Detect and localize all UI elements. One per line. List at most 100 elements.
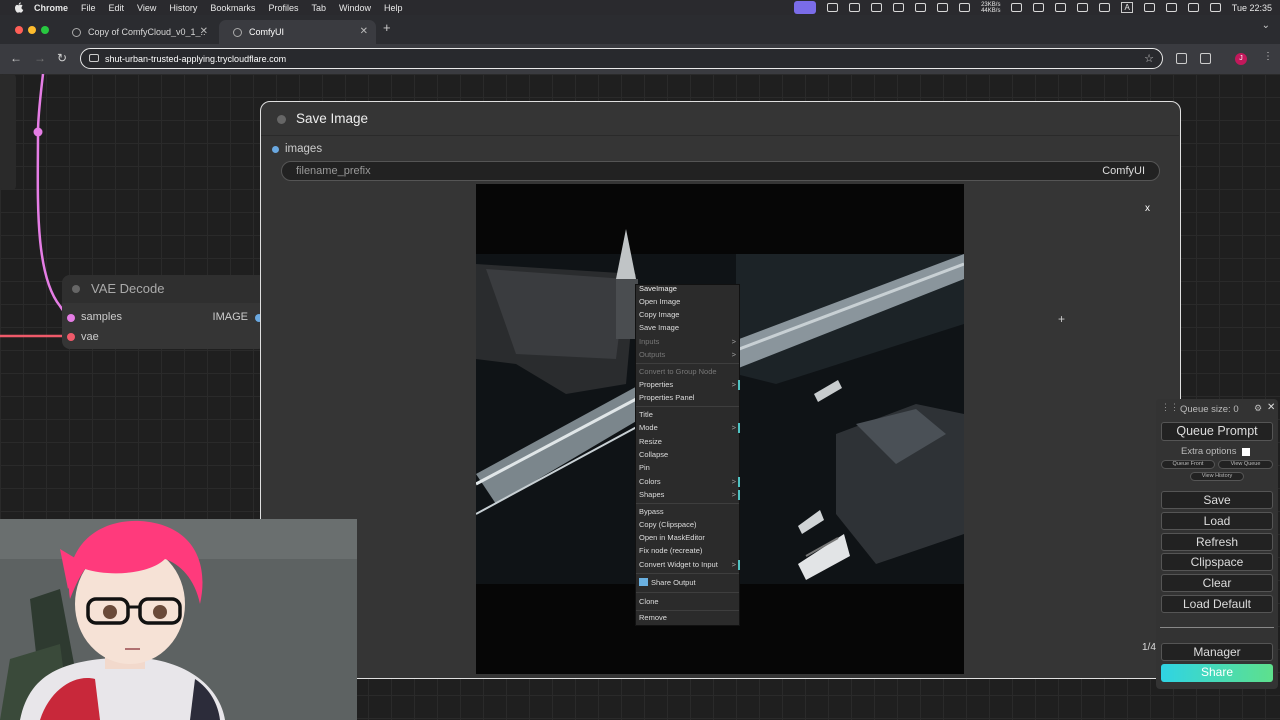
menu-edit[interactable]: Edit [109,3,125,13]
menu-item-share-output[interactable]: Share Output [639,577,738,590]
bluetooth-icon[interactable] [1143,3,1155,12]
load-workflow-button[interactable]: Load [1161,512,1273,530]
display-icon[interactable] [1011,3,1023,12]
tray-app-icon[interactable] [915,3,927,12]
tray-app-icon[interactable] [1033,3,1045,12]
extension-icon[interactable] [1176,53,1187,64]
menu-item-convert-to-group-node[interactable]: Convert to Group Node [639,366,738,379]
vae-input-slot[interactable] [67,333,75,341]
headphones-icon[interactable] [1099,3,1111,12]
menu-tab[interactable]: Tab [311,3,326,13]
menu-item-remove[interactable]: Remove [639,612,738,625]
drag-handle-icon[interactable]: ⋮⋮ [1161,402,1179,413]
extensions-puzzle-icon[interactable] [1200,53,1211,64]
vae-decode-node[interactable]: VAE Decode samples vae IMAGE [62,275,266,349]
menu-bookmarks[interactable]: Bookmarks [210,3,255,13]
menu-profiles[interactable]: Profiles [268,3,298,13]
queue-prompt-button[interactable]: Queue Prompt [1161,422,1273,441]
menu-item-properties-panel[interactable]: Properties Panel [639,392,738,405]
menu-help[interactable]: Help [384,3,403,13]
clear-button[interactable]: Clear [1161,574,1273,592]
tab-search-chevron-icon[interactable]: ⌄ [1262,20,1270,31]
menu-item-bypass[interactable]: Bypass [639,506,738,519]
menu-item-convert-widget-to-input[interactable]: Convert Widget to Input > [639,559,740,572]
refresh-button[interactable]: Refresh [1161,533,1273,551]
bookmark-star-icon[interactable]: ☆ [1144,52,1154,65]
tray-app-icon[interactable] [1055,3,1067,12]
tab-comfyui[interactable]: ComfyUI ✕ [219,20,376,44]
menu-item-fix-node[interactable]: Fix node (recreate) [639,545,738,558]
menu-view[interactable]: View [137,3,156,13]
cloud-icon[interactable] [893,3,905,12]
close-tab-icon[interactable]: ✕ [200,26,208,37]
node-collapse-dot[interactable] [72,285,80,293]
node-header[interactable]: Save Image [261,102,1179,136]
close-window-button[interactable] [15,26,23,34]
menu-item-open-in-maskeditor[interactable]: Open in MaskEditor [639,532,738,545]
keyboard-input-source[interactable]: A [1121,2,1133,13]
menu-file[interactable]: File [81,3,96,13]
menu-item-clone[interactable]: Clone [639,596,738,609]
menu-item-outputs[interactable]: Outputs > [639,349,738,362]
menu-item-copy-image[interactable]: Copy Image [639,309,738,322]
forward-arrow-icon[interactable]: → [34,51,46,65]
menu-item-title[interactable]: Title [639,409,738,422]
close-panel-icon[interactable]: ✕ [1267,402,1275,413]
zoom-window-button[interactable] [41,26,49,34]
menu-window[interactable]: Window [339,3,371,13]
settings-gear-icon[interactable]: ⚙ [1254,403,1262,414]
tab-copy-of-comfycloud[interactable]: Copy of ComfyCloud_v0_1_... ✕ [58,20,216,44]
view-history-button[interactable]: View History [1190,472,1244,481]
address-bar[interactable]: shut-urban-trusted-applying.trycloudflar… [80,48,1163,69]
images-input-slot[interactable] [272,146,279,153]
samples-input-slot[interactable] [67,314,75,322]
tray-app-icon[interactable] [827,3,839,12]
menu-item-open-image[interactable]: Open Image [639,296,738,309]
tray-app-icon[interactable] [849,3,861,12]
wifi-icon[interactable] [1165,3,1177,12]
save-workflow-button[interactable]: Save [1161,491,1273,509]
close-tab-icon[interactable]: ✕ [360,26,368,37]
menu-app-chrome[interactable]: Chrome [34,3,68,13]
close-preview-icon[interactable]: x [1145,203,1150,214]
manager-button[interactable]: Manager [1161,643,1273,661]
filename-prefix-widget[interactable]: filename_prefix ComfyUI [281,161,1160,181]
menu-item-mode[interactable]: Mode > [639,422,740,435]
menu-item-colors[interactable]: Colors > [639,476,740,489]
extra-options-checkbox[interactable] [1242,448,1250,456]
user-icon[interactable] [1187,3,1199,12]
menu-item-collapse[interactable]: Collapse [639,449,738,462]
screen-record-icon[interactable] [794,1,817,14]
clipspace-button[interactable]: Clipspace [1161,553,1273,571]
menu-item-properties[interactable]: Properties > [639,379,740,392]
menubar-clock[interactable]: Tue 22:35 [1232,3,1272,13]
menu-item-save-image[interactable]: Save Image [639,322,738,335]
apple-logo-icon[interactable] [14,2,26,13]
queue-front-button[interactable]: Queue Front [1161,460,1215,469]
load-default-button[interactable]: Load Default [1161,595,1273,613]
new-tab-button[interactable]: + [383,20,391,35]
menu-item-copy-clipspace[interactable]: Copy (Clipspace) [639,519,738,532]
node-collapse-dot[interactable] [277,115,286,124]
menu-item-shapes[interactable]: Shapes > [639,489,740,502]
share-button[interactable]: Share [1161,664,1273,682]
minimize-window-button[interactable] [28,26,36,34]
menu-item-pin[interactable]: Pin [639,462,738,475]
bell-icon[interactable] [959,3,971,12]
layers-icon[interactable] [937,3,949,12]
menu-item-label: Properties Panel [639,393,695,402]
tray-app-icon[interactable] [871,3,883,12]
view-queue-button[interactable]: View Queue [1218,460,1273,469]
site-info-icon[interactable] [89,54,99,62]
node-header[interactable]: VAE Decode [62,275,266,303]
reload-icon[interactable]: ↻ [57,51,67,65]
menu-item-resize[interactable]: Resize [639,436,738,449]
menu-item-inputs[interactable]: Inputs > [639,336,738,349]
eject-icon[interactable] [1077,3,1089,12]
profile-avatar[interactable]: J [1235,53,1247,65]
chrome-menu-icon[interactable]: ⋮ [1263,51,1273,62]
link-reroute-dot[interactable] [33,127,43,137]
menu-history[interactable]: History [169,3,197,13]
back-arrow-icon[interactable]: ← [10,51,22,65]
control-center-icon[interactable] [1209,3,1221,12]
